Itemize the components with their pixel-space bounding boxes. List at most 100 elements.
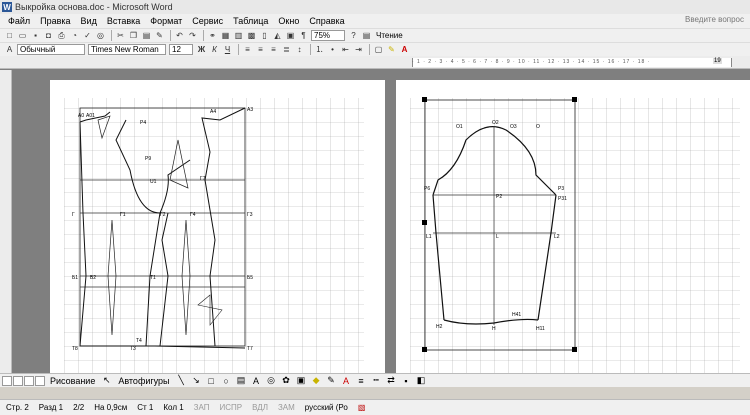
- dash-style-icon[interactable]: ┅: [371, 375, 382, 386]
- preview-icon[interactable]: ◔: [69, 30, 80, 41]
- paste-icon[interactable]: ▤: [141, 30, 152, 41]
- menu-insert[interactable]: Вставка: [102, 16, 145, 26]
- drawing-menu-button[interactable]: Рисование: [50, 376, 95, 386]
- insert-table-icon[interactable]: ▥: [233, 30, 244, 41]
- print-icon[interactable]: ⎙: [56, 30, 67, 41]
- excel-icon[interactable]: ▩: [246, 30, 257, 41]
- menu-file[interactable]: Файл: [3, 16, 35, 26]
- picture-icon[interactable]: ▣: [296, 375, 307, 386]
- vertical-ruler[interactable]: [0, 70, 12, 373]
- web-view-button[interactable]: [13, 375, 23, 386]
- font-color-icon[interactable]: A: [341, 375, 352, 386]
- diagram-icon[interactable]: ◎: [266, 375, 277, 386]
- line-icon[interactable]: ╲: [176, 375, 187, 386]
- page-bodice[interactable]: A0 A01 A4 A3 U1 Г3 Б5 T7 T8 Г Б1 Б2 T1 Г…: [50, 80, 385, 373]
- save-icon[interactable]: ▪: [30, 30, 41, 41]
- reading-button[interactable]: Чтение: [376, 31, 403, 40]
- spelling-icon[interactable]: ✓: [82, 30, 93, 41]
- shadow-icon[interactable]: ▪: [401, 375, 412, 386]
- help-search-input[interactable]: Введите вопрос: [664, 15, 744, 26]
- autoshapes-menu-button[interactable]: Автофигуры: [118, 376, 169, 386]
- cut-icon[interactable]: ✂: [115, 30, 126, 41]
- document-map-icon[interactable]: ▣: [285, 30, 296, 41]
- status-ovr[interactable]: ЗАМ: [278, 403, 295, 412]
- columns-icon[interactable]: ▯: [259, 30, 270, 41]
- align-center-icon[interactable]: ≡: [255, 44, 266, 55]
- menu-window[interactable]: Окно: [273, 16, 304, 26]
- show-hide-icon[interactable]: ¶: [298, 30, 309, 41]
- menu-view[interactable]: Вид: [76, 16, 102, 26]
- justify-icon[interactable]: ≣: [281, 44, 292, 55]
- highlight-icon[interactable]: ✎: [386, 44, 397, 55]
- copy-icon[interactable]: ❐: [128, 30, 139, 41]
- font-size-select[interactable]: 12: [169, 44, 193, 55]
- outline-view-button[interactable]: [35, 375, 45, 386]
- status-trk[interactable]: ИСПР: [220, 403, 243, 412]
- line-style-icon[interactable]: ≡: [356, 375, 367, 386]
- normal-view-button[interactable]: [2, 375, 12, 386]
- frame-handle[interactable]: [422, 220, 427, 225]
- bullets-icon[interactable]: •: [327, 44, 338, 55]
- help-icon[interactable]: ?: [348, 30, 359, 41]
- arrow-icon[interactable]: ↘: [191, 375, 202, 386]
- fill-color-icon[interactable]: ◆: [311, 375, 322, 386]
- document-workspace[interactable]: A0 A01 A4 A3 U1 Г3 Б5 T7 T8 Г Б1 Б2 T1 Г…: [13, 70, 750, 373]
- menu-bar: Файл Правка Вид Вставка Формат Сервис Та…: [0, 14, 750, 28]
- format-painter-icon[interactable]: ✎: [154, 30, 165, 41]
- font-select[interactable]: Times New Roman: [88, 44, 166, 55]
- numbering-icon[interactable]: ⒈: [314, 44, 325, 55]
- new-icon[interactable]: □: [4, 30, 15, 41]
- align-left-icon[interactable]: ≡: [242, 44, 253, 55]
- oval-icon[interactable]: ○: [221, 375, 232, 386]
- font-color-icon[interactable]: A: [399, 44, 410, 55]
- drawing-icon[interactable]: ◭: [272, 30, 283, 41]
- research-icon[interactable]: ◎: [95, 30, 106, 41]
- 3d-icon[interactable]: ◧: [416, 375, 427, 386]
- rectangle-icon[interactable]: □: [206, 375, 217, 386]
- label-H2: H2: [436, 324, 443, 330]
- styles-pane-icon[interactable]: A: [4, 44, 15, 55]
- page-sleeve[interactable]: O1 O2 O3 O P6 P3 P31 P2 L1 L L2 H2 H H11…: [396, 80, 750, 373]
- print-view-button[interactable]: [24, 375, 34, 386]
- permission-icon[interactable]: ◘: [43, 30, 54, 41]
- frame-handle[interactable]: [572, 347, 577, 352]
- frame-handle[interactable]: [422, 97, 427, 102]
- tables-icon[interactable]: ▦: [220, 30, 231, 41]
- label-A4: A4: [210, 109, 216, 115]
- decrease-indent-icon[interactable]: ⇤: [340, 44, 351, 55]
- style-select[interactable]: Обычный: [17, 44, 85, 55]
- italic-button[interactable]: К: [209, 44, 220, 55]
- horizontal-ruler[interactable]: · 1 · 2 · 3 · 4 · 5 · 6 · 7 · 8 · 9 · 10…: [0, 56, 750, 69]
- increase-indent-icon[interactable]: ⇥: [353, 44, 364, 55]
- align-right-icon[interactable]: ≡: [268, 44, 279, 55]
- textbox-icon[interactable]: ▤: [236, 375, 247, 386]
- underline-button[interactable]: Ч: [222, 44, 233, 55]
- frame-handle[interactable]: [572, 97, 577, 102]
- menu-edit[interactable]: Правка: [35, 16, 75, 26]
- status-rec[interactable]: ЗАП: [194, 403, 210, 412]
- read-icon[interactable]: ▤: [361, 30, 372, 41]
- label-P6: P6: [424, 186, 430, 192]
- menu-format[interactable]: Формат: [145, 16, 187, 26]
- undo-icon[interactable]: ↶: [174, 30, 185, 41]
- select-objects-icon[interactable]: ↖: [101, 375, 112, 386]
- word-app-icon[interactable]: W: [2, 2, 12, 12]
- redo-icon[interactable]: ↷: [187, 30, 198, 41]
- line-spacing-icon[interactable]: ↕: [294, 44, 305, 55]
- open-icon[interactable]: ▭: [17, 30, 28, 41]
- menu-help[interactable]: Справка: [304, 16, 349, 26]
- wordart-icon[interactable]: A: [251, 375, 262, 386]
- status-ext[interactable]: ВДЛ: [252, 403, 268, 412]
- menu-tools[interactable]: Сервис: [187, 16, 228, 26]
- label-A3: A3: [247, 107, 253, 113]
- bold-button[interactable]: Ж: [196, 44, 207, 55]
- hyperlink-icon[interactable]: ⚭: [207, 30, 218, 41]
- spelling-status-icon[interactable]: ▧: [358, 403, 366, 412]
- line-color-icon[interactable]: ✎: [326, 375, 337, 386]
- border-icon[interactable]: ▢: [373, 44, 384, 55]
- menu-table[interactable]: Таблица: [228, 16, 273, 26]
- frame-handle[interactable]: [422, 347, 427, 352]
- arrow-style-icon[interactable]: ⇄: [386, 375, 397, 386]
- zoom-select[interactable]: 75%: [311, 30, 345, 41]
- clipart-icon[interactable]: ✿: [281, 375, 292, 386]
